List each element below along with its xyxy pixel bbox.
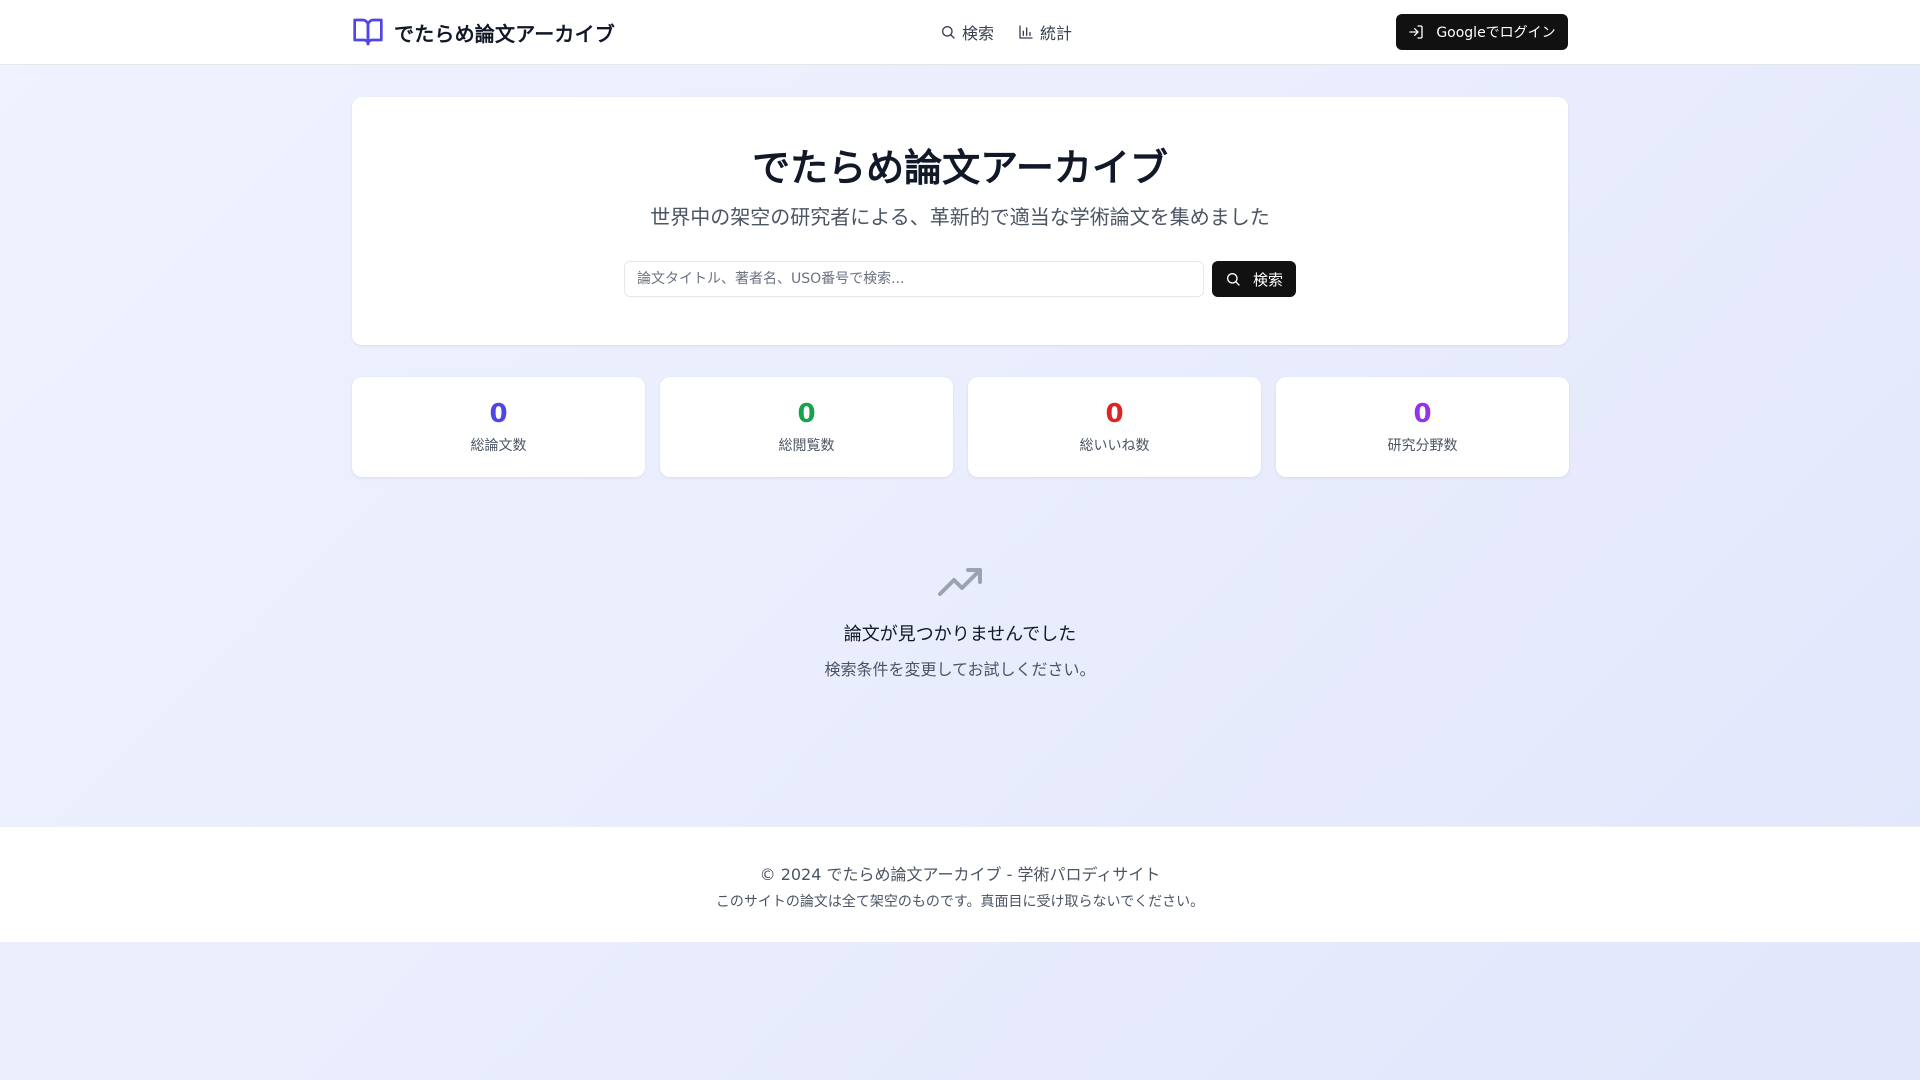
stat-card-views: 0 総閲覧数 xyxy=(660,377,953,477)
footer-note: このサイトの論文は全て架空のものです。真面目に受け取らないでください。 xyxy=(715,894,1205,910)
empty-state-description: 検索条件を変更してお試しください。 xyxy=(824,660,1096,679)
hero-subtitle: 世界中の架空の研究者による、革新的で適当な学術論文を集めました xyxy=(650,205,1270,229)
nav-stats-label: 統計 xyxy=(1040,24,1073,43)
nav-search-label: 検索 xyxy=(962,24,995,43)
google-login-button[interactable]: Googleでログイン xyxy=(1396,14,1568,50)
stat-card-fields: 0 研究分野数 xyxy=(1276,377,1569,477)
stat-label: 総閲覧数 xyxy=(778,438,835,454)
book-open-icon xyxy=(352,16,384,48)
empty-state-title: 論文が見つかりませんでした xyxy=(843,624,1077,645)
brand-link[interactable]: でたらめ論文アーカイブ xyxy=(352,14,615,50)
bar-chart-icon xyxy=(1018,24,1034,40)
search-button[interactable]: 検索 xyxy=(1212,261,1296,297)
hero-card: でたらめ論文アーカイブ 世界中の架空の研究者による、革新的で適当な学術論文を集め… xyxy=(352,97,1568,345)
trending-up-icon xyxy=(936,562,984,602)
search-icon xyxy=(940,24,956,40)
brand-title: でたらめ論文アーカイブ xyxy=(394,21,615,46)
stat-value: 0 xyxy=(1105,399,1124,429)
hero-title: でたらめ論文アーカイブ xyxy=(752,146,1168,190)
stat-value: 0 xyxy=(797,399,816,429)
nav-stats[interactable]: 統計 xyxy=(1018,20,1072,44)
stat-value: 0 xyxy=(1413,399,1432,429)
stat-label: 研究分野数 xyxy=(1387,438,1458,454)
top-header: でたらめ論文アーカイブ 検索 統計 Googleでログイン xyxy=(0,0,1920,65)
stat-label: 総論文数 xyxy=(470,438,527,454)
stat-value: 0 xyxy=(489,399,508,429)
stat-card-papers: 0 総論文数 xyxy=(352,377,645,477)
search-icon xyxy=(1225,271,1241,287)
log-in-icon xyxy=(1408,24,1424,40)
footer-copyright: © 2024 でたらめ論文アーカイブ - 学術パロディサイト xyxy=(759,865,1161,884)
search-input[interactable] xyxy=(624,261,1204,297)
footer: © 2024 でたらめ論文アーカイブ - 学術パロディサイト このサイトの論文は… xyxy=(0,826,1920,942)
login-label: Googleでログイン xyxy=(1436,25,1556,41)
search-button-label: 検索 xyxy=(1252,270,1283,289)
nav-search[interactable]: 検索 xyxy=(940,20,994,44)
stat-label: 総いいね数 xyxy=(1079,438,1150,454)
stat-card-likes: 0 総いいね数 xyxy=(968,377,1261,477)
main-nav: 検索 統計 xyxy=(940,18,1072,46)
